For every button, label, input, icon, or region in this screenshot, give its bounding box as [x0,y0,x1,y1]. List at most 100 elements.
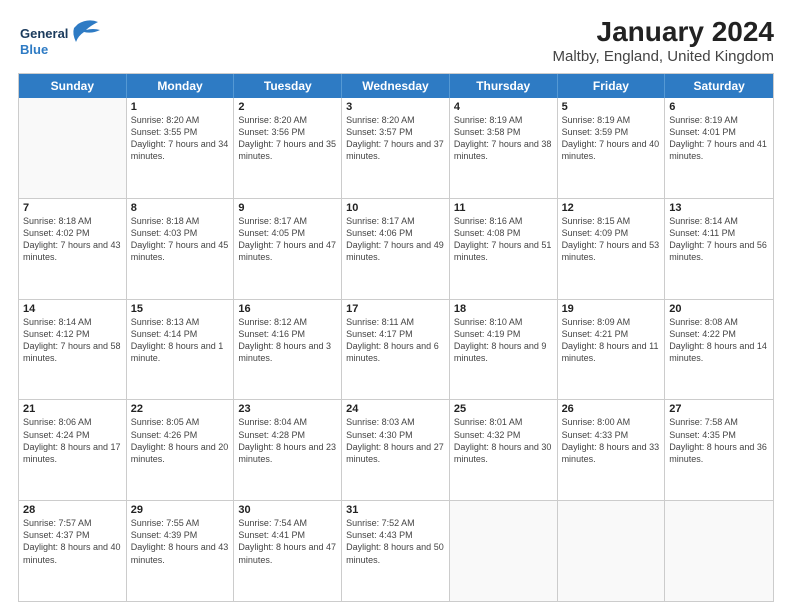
cell-info: Sunrise: 8:17 AM Sunset: 4:05 PM Dayligh… [238,215,337,264]
cell-info: Sunrise: 8:03 AM Sunset: 4:30 PM Dayligh… [346,416,445,465]
sunset-text: Sunset: 4:28 PM [238,430,305,440]
day-number: 29 [131,504,230,516]
cell-info: Sunrise: 8:19 AM Sunset: 3:59 PM Dayligh… [562,114,661,163]
sunset-text: Sunset: 3:56 PM [238,127,305,137]
day-number: 15 [131,303,230,315]
sunrise-text: Sunrise: 8:06 AM [23,417,92,427]
day-number: 11 [454,202,553,214]
sunrise-text: Sunrise: 8:16 AM [454,216,523,226]
day-number: 27 [669,403,769,415]
sunset-text: Sunset: 4:02 PM [23,228,90,238]
cal-cell-0-1: 1 Sunrise: 8:20 AM Sunset: 3:55 PM Dayli… [127,98,235,198]
sunset-text: Sunset: 4:09 PM [562,228,629,238]
sunrise-text: Sunrise: 8:15 AM [562,216,631,226]
sunset-text: Sunset: 4:14 PM [131,329,198,339]
sunset-text: Sunset: 3:58 PM [454,127,521,137]
daylight-text: Daylight: 8 hours and 17 minutes. [23,442,121,464]
calendar-row-1: 7 Sunrise: 8:18 AM Sunset: 4:02 PM Dayli… [19,199,773,300]
cell-info: Sunrise: 8:14 AM Sunset: 4:12 PM Dayligh… [23,316,122,365]
day-number: 7 [23,202,122,214]
cal-cell-2-0: 14 Sunrise: 8:14 AM Sunset: 4:12 PM Dayl… [19,300,127,400]
daylight-text: Daylight: 7 hours and 34 minutes. [131,139,229,161]
cell-info: Sunrise: 8:18 AM Sunset: 4:02 PM Dayligh… [23,215,122,264]
cal-cell-3-1: 22 Sunrise: 8:05 AM Sunset: 4:26 PM Dayl… [127,400,235,500]
page: General Blue January 2024 Maltby, Englan… [0,0,792,612]
sunrise-text: Sunrise: 8:20 AM [131,115,200,125]
sunrise-text: Sunrise: 8:18 AM [23,216,92,226]
cell-info: Sunrise: 8:16 AM Sunset: 4:08 PM Dayligh… [454,215,553,264]
location-subtitle: Maltby, England, United Kingdom [552,48,774,65]
sunset-text: Sunset: 4:17 PM [346,329,413,339]
cell-info: Sunrise: 8:06 AM Sunset: 4:24 PM Dayligh… [23,416,122,465]
daylight-text: Daylight: 8 hours and 20 minutes. [131,442,229,464]
cal-cell-2-6: 20 Sunrise: 8:08 AM Sunset: 4:22 PM Dayl… [665,300,773,400]
header-monday: Monday [127,74,235,98]
daylight-text: Daylight: 7 hours and 47 minutes. [238,240,336,262]
header-tuesday: Tuesday [234,74,342,98]
sunrise-text: Sunrise: 8:04 AM [238,417,307,427]
cal-cell-1-2: 9 Sunrise: 8:17 AM Sunset: 4:05 PM Dayli… [234,199,342,299]
sunset-text: Sunset: 4:21 PM [562,329,629,339]
daylight-text: Daylight: 8 hours and 3 minutes. [238,341,331,363]
cal-cell-3-6: 27 Sunrise: 7:58 AM Sunset: 4:35 PM Dayl… [665,400,773,500]
day-number: 2 [238,101,337,113]
cell-info: Sunrise: 7:52 AM Sunset: 4:43 PM Dayligh… [346,517,445,566]
sunrise-text: Sunrise: 8:19 AM [454,115,523,125]
sunrise-text: Sunrise: 8:17 AM [346,216,415,226]
sunset-text: Sunset: 4:39 PM [131,530,198,540]
sunset-text: Sunset: 4:43 PM [346,530,413,540]
header-thursday: Thursday [450,74,558,98]
cell-info: Sunrise: 8:15 AM Sunset: 4:09 PM Dayligh… [562,215,661,264]
day-number: 19 [562,303,661,315]
sunrise-text: Sunrise: 8:08 AM [669,317,738,327]
cal-cell-0-0 [19,98,127,198]
cell-info: Sunrise: 8:17 AM Sunset: 4:06 PM Dayligh… [346,215,445,264]
cal-cell-4-2: 30 Sunrise: 7:54 AM Sunset: 4:41 PM Dayl… [234,501,342,601]
day-number: 12 [562,202,661,214]
title-section: January 2024 Maltby, England, United Kin… [552,16,774,65]
cell-info: Sunrise: 8:00 AM Sunset: 4:33 PM Dayligh… [562,416,661,465]
sunrise-text: Sunrise: 8:20 AM [238,115,307,125]
daylight-text: Daylight: 8 hours and 30 minutes. [454,442,552,464]
daylight-text: Daylight: 8 hours and 9 minutes. [454,341,547,363]
sunrise-text: Sunrise: 8:11 AM [346,317,414,327]
day-number: 24 [346,403,445,415]
day-number: 13 [669,202,769,214]
day-number: 18 [454,303,553,315]
cal-cell-2-5: 19 Sunrise: 8:09 AM Sunset: 4:21 PM Dayl… [558,300,666,400]
daylight-text: Daylight: 7 hours and 49 minutes. [346,240,444,262]
day-number: 26 [562,403,661,415]
sunset-text: Sunset: 4:30 PM [346,430,413,440]
cell-info: Sunrise: 8:18 AM Sunset: 4:03 PM Dayligh… [131,215,230,264]
day-number: 31 [346,504,445,516]
cell-info: Sunrise: 8:20 AM Sunset: 3:55 PM Dayligh… [131,114,230,163]
day-number: 30 [238,504,337,516]
cal-cell-0-3: 3 Sunrise: 8:20 AM Sunset: 3:57 PM Dayli… [342,98,450,198]
sunrise-text: Sunrise: 8:19 AM [669,115,738,125]
cal-cell-4-0: 28 Sunrise: 7:57 AM Sunset: 4:37 PM Dayl… [19,501,127,601]
cell-info: Sunrise: 8:12 AM Sunset: 4:16 PM Dayligh… [238,316,337,365]
sunrise-text: Sunrise: 7:55 AM [131,518,200,528]
daylight-text: Daylight: 7 hours and 51 minutes. [454,240,552,262]
day-number: 28 [23,504,122,516]
svg-text:Blue: Blue [20,42,48,57]
sunset-text: Sunset: 4:16 PM [238,329,305,339]
logo-svg: General Blue [18,16,108,62]
cal-cell-0-6: 6 Sunrise: 8:19 AM Sunset: 4:01 PM Dayli… [665,98,773,198]
sunrise-text: Sunrise: 8:05 AM [131,417,200,427]
cal-cell-2-1: 15 Sunrise: 8:13 AM Sunset: 4:14 PM Dayl… [127,300,235,400]
logo: General Blue [18,16,108,62]
cal-cell-1-1: 8 Sunrise: 8:18 AM Sunset: 4:03 PM Dayli… [127,199,235,299]
day-number: 3 [346,101,445,113]
calendar-body: 1 Sunrise: 8:20 AM Sunset: 3:55 PM Dayli… [19,98,773,601]
cell-info: Sunrise: 8:08 AM Sunset: 4:22 PM Dayligh… [669,316,769,365]
cal-cell-1-6: 13 Sunrise: 8:14 AM Sunset: 4:11 PM Dayl… [665,199,773,299]
cell-info: Sunrise: 8:20 AM Sunset: 3:56 PM Dayligh… [238,114,337,163]
cell-info: Sunrise: 8:01 AM Sunset: 4:32 PM Dayligh… [454,416,553,465]
sunrise-text: Sunrise: 8:03 AM [346,417,415,427]
daylight-text: Daylight: 8 hours and 36 minutes. [669,442,767,464]
day-number: 10 [346,202,445,214]
cell-info: Sunrise: 8:19 AM Sunset: 4:01 PM Dayligh… [669,114,769,163]
header-wednesday: Wednesday [342,74,450,98]
cal-cell-0-5: 5 Sunrise: 8:19 AM Sunset: 3:59 PM Dayli… [558,98,666,198]
